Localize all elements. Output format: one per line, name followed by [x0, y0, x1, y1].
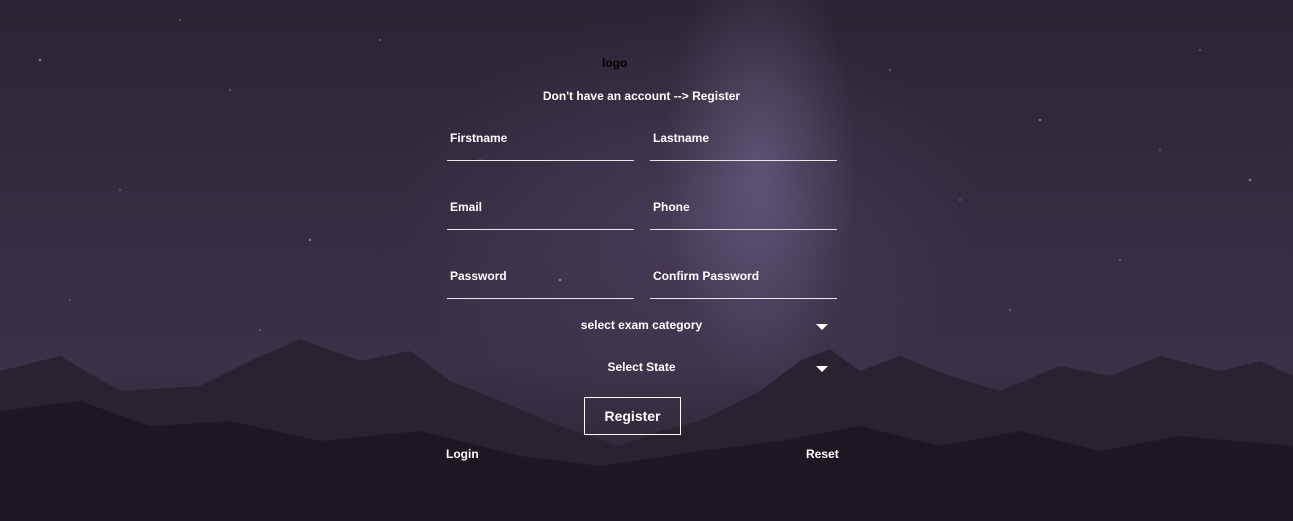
register-button[interactable]: Register [584, 397, 681, 435]
password-input[interactable] [447, 269, 640, 283]
email-field-wrapper [447, 189, 640, 230]
firstname-input[interactable] [447, 131, 640, 145]
password-field-wrapper [447, 258, 640, 299]
phone-input[interactable] [650, 200, 843, 214]
phone-field-wrapper [650, 189, 843, 230]
state-select-label: Select State [607, 360, 676, 374]
logo-image: logo [602, 56, 628, 70]
confirm-password-input[interactable] [650, 269, 843, 283]
lastname-field-wrapper [650, 120, 843, 161]
state-select[interactable]: Select State [446, 360, 837, 384]
register-prompt-link[interactable]: Don't have an account --> Register [0, 89, 1283, 103]
reset-link[interactable]: Reset [806, 447, 839, 461]
email-input[interactable] [447, 200, 640, 214]
caret-down-icon [816, 366, 828, 372]
lastname-input[interactable] [650, 131, 843, 145]
exam-category-select-label: select exam category [580, 318, 703, 332]
login-link[interactable]: Login [446, 447, 479, 461]
firstname-field-wrapper [447, 120, 640, 161]
caret-down-icon [816, 324, 828, 330]
exam-category-select[interactable]: select exam category [446, 318, 837, 342]
confirm-password-field-wrapper [650, 258, 843, 299]
